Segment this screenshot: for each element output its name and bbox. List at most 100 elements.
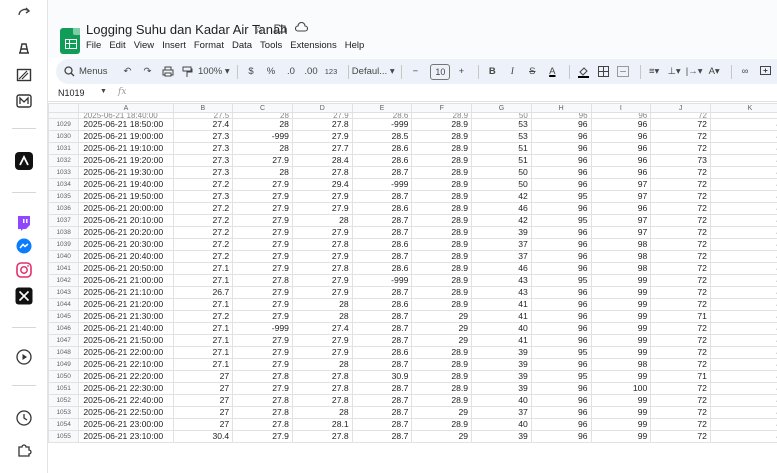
table-cell[interactable]: -999 bbox=[232, 130, 293, 143]
table-cell[interactable]: 95 bbox=[530, 274, 592, 287]
row-number[interactable]: 1039 bbox=[48, 238, 80, 251]
table-cell[interactable]: 2025-06-21 21:20:00 bbox=[78, 298, 174, 311]
table-cell[interactable]: 72 bbox=[650, 274, 711, 287]
italic-button[interactable]: I bbox=[504, 62, 520, 82]
table-cell[interactable]: 51 bbox=[471, 154, 532, 167]
table-cell[interactable]: 73 bbox=[650, 154, 711, 167]
table-cell[interactable]: 96 bbox=[590, 130, 652, 143]
table-cell[interactable]: 2025-06-21 23:00:00 bbox=[78, 418, 174, 431]
table-cell[interactable]: 28.4 bbox=[291, 154, 353, 167]
table-cell[interactable]: 28.9 bbox=[411, 226, 473, 239]
menu-edit[interactable]: Edit bbox=[109, 40, 125, 51]
table-cell[interactable]: 2025-06-21 19:50:00 bbox=[78, 190, 174, 203]
table-cell[interactable]: 2025-06-21 20:20:00 bbox=[78, 226, 174, 239]
table-cell[interactable]: 27.9 bbox=[232, 298, 293, 311]
table-cell[interactable]: 27.9 bbox=[232, 262, 293, 275]
table-cell[interactable]: 28.7 bbox=[351, 214, 413, 227]
menu-format[interactable]: Format bbox=[194, 40, 224, 51]
table-cell[interactable]: 27.9 bbox=[232, 190, 293, 203]
table-cell[interactable]: 99 bbox=[590, 394, 652, 407]
table-cell[interactable]: 27.9 bbox=[232, 346, 293, 359]
table-cell[interactable]: 39 bbox=[471, 226, 532, 239]
zoom-select[interactable]: 100% ▾ bbox=[198, 62, 230, 82]
table-cell[interactable]: 28.9 bbox=[411, 250, 473, 263]
table-cell[interactable]: 28 bbox=[232, 142, 293, 155]
table-cell[interactable]: 45 bbox=[709, 202, 777, 215]
table-cell[interactable]: 2025-06-21 19:10:00 bbox=[78, 142, 174, 155]
table-cell[interactable]: 43 bbox=[471, 286, 532, 299]
table-cell[interactable]: 29 bbox=[411, 334, 473, 347]
table-cell[interactable]: 2025-06-21 22:50:00 bbox=[78, 406, 174, 419]
table-cell[interactable]: 28.9 bbox=[411, 274, 473, 287]
table-cell[interactable]: 28.6 bbox=[351, 154, 413, 167]
table-cell[interactable]: 2025-06-21 19:40:00 bbox=[78, 178, 174, 191]
table-cell[interactable]: 99 bbox=[590, 346, 652, 359]
table-cell[interactable]: 72 bbox=[650, 262, 711, 275]
table-cell[interactable]: 28.9 bbox=[411, 214, 473, 227]
table-cell[interactable]: 27.8 bbox=[232, 370, 293, 383]
row-number[interactable]: 1050 bbox=[48, 370, 80, 383]
table-cell[interactable]: 43 bbox=[709, 406, 777, 419]
column-header[interactable]: A bbox=[78, 103, 174, 113]
table-cell[interactable]: 27.8 bbox=[232, 394, 293, 407]
column-header[interactable]: G bbox=[471, 103, 532, 113]
table-cell[interactable]: 28.9 bbox=[411, 262, 473, 275]
table-cell[interactable]: 72 bbox=[650, 346, 711, 359]
insert-link-icon[interactable]: ∞ bbox=[737, 62, 753, 82]
table-cell[interactable]: 42 bbox=[471, 214, 532, 227]
table-cell[interactable]: 71 bbox=[650, 370, 711, 383]
table-cell[interactable]: 37 bbox=[471, 250, 532, 263]
table-cell[interactable]: 28.7 bbox=[351, 286, 413, 299]
table-cell[interactable]: 96 bbox=[530, 394, 592, 407]
table-cell[interactable]: 27.9 bbox=[232, 214, 293, 227]
table-cell[interactable]: 27.9 bbox=[291, 346, 353, 359]
table-cell[interactable]: 39 bbox=[471, 346, 532, 359]
menu-view[interactable]: View bbox=[134, 40, 154, 51]
borders-icon[interactable] bbox=[595, 62, 611, 82]
table-cell[interactable]: 28.9 bbox=[411, 358, 473, 371]
table-cell[interactable]: 45 bbox=[709, 214, 777, 227]
table-cell[interactable]: 99 bbox=[590, 310, 652, 323]
table-cell[interactable]: 28.9 bbox=[411, 298, 473, 311]
table-cell[interactable]: 28.9 bbox=[411, 394, 473, 407]
m-icon[interactable] bbox=[16, 94, 32, 108]
column-header[interactable]: J bbox=[650, 103, 711, 113]
table-cell[interactable]: 45 bbox=[709, 226, 777, 239]
more-formats-button[interactable]: 123 bbox=[323, 62, 339, 82]
table-cell[interactable]: 2025-06-21 20:50:00 bbox=[78, 262, 174, 275]
table-cell[interactable]: 27.9 bbox=[291, 334, 353, 347]
table-cell[interactable]: 27.8 bbox=[291, 394, 353, 407]
table-cell[interactable]: 41 bbox=[471, 310, 532, 323]
table-cell[interactable]: 40 bbox=[471, 394, 532, 407]
table-cell[interactable]: 27.4 bbox=[291, 322, 353, 335]
menu-tools[interactable]: Tools bbox=[260, 40, 282, 51]
row-number[interactable]: 1043 bbox=[48, 286, 80, 299]
table-cell[interactable]: 95 bbox=[530, 346, 592, 359]
table-cell[interactable]: 28.6 bbox=[351, 346, 413, 359]
table-cell[interactable]: 45 bbox=[709, 286, 777, 299]
table-cell[interactable]: 27.9 bbox=[291, 274, 353, 287]
table-cell[interactable]: 2025-06-21 20:40:00 bbox=[78, 250, 174, 263]
table-cell[interactable]: 28 bbox=[291, 214, 353, 227]
table-cell[interactable]: 99 bbox=[590, 274, 652, 287]
row-number[interactable]: 1038 bbox=[48, 226, 80, 239]
table-cell[interactable]: 28.6 bbox=[351, 262, 413, 275]
table-cell[interactable]: 27.3 bbox=[172, 190, 234, 203]
table-cell[interactable]: 95 bbox=[530, 370, 592, 383]
row-number[interactable]: 1045 bbox=[48, 310, 80, 323]
table-cell[interactable]: 28.7 bbox=[351, 226, 413, 239]
table-cell[interactable]: 44 bbox=[709, 382, 777, 395]
table-cell[interactable]: 27.8 bbox=[232, 406, 293, 419]
table-cell[interactable]: 27 bbox=[172, 394, 234, 407]
table-cell[interactable]: 45 bbox=[709, 250, 777, 263]
table-cell[interactable]: 46 bbox=[471, 262, 532, 275]
spreadsheet-grid[interactable]: A B C D E F G H I J K 2025-06-21 18:40:0… bbox=[48, 103, 777, 473]
table-cell[interactable]: 28.7 bbox=[351, 406, 413, 419]
table-cell[interactable]: 72 bbox=[650, 250, 711, 263]
table-cell[interactable]: 27 bbox=[172, 382, 234, 395]
row-number[interactable]: 1044 bbox=[48, 298, 80, 311]
table-cell[interactable]: 97 bbox=[590, 190, 652, 203]
table-cell[interactable]: 27 bbox=[172, 406, 234, 419]
table-cell[interactable]: 29 bbox=[411, 322, 473, 335]
table-cell[interactable]: 96 bbox=[530, 298, 592, 311]
